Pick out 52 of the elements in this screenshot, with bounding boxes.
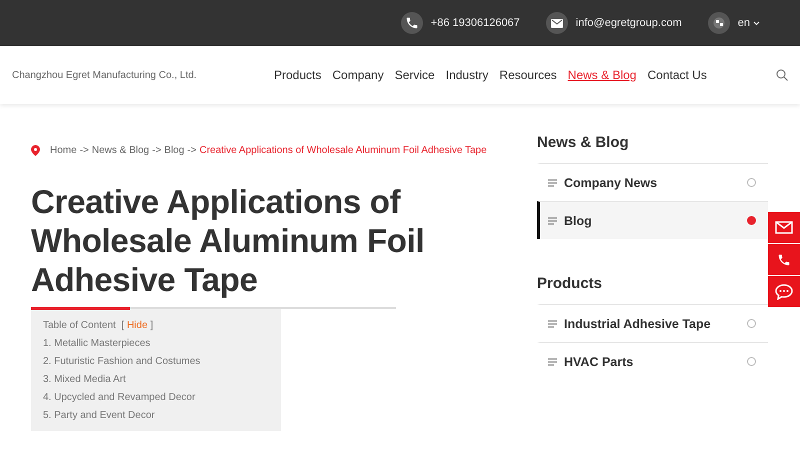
article-title: Creative Applications of Wholesale Aluminum Foil Adhesive Tape	[31, 182, 426, 299]
phone-number: +86 19306126067	[430, 17, 520, 29]
chevron-icon	[753, 20, 760, 26]
radio-dot	[747, 357, 756, 366]
sidebar-item[interactable]: Blog	[537, 201, 768, 239]
globe-icon	[712, 17, 725, 29]
toc-link[interactable]: 5. Party and Event Decor	[43, 410, 155, 421]
list-icon	[548, 320, 557, 328]
nav-link[interactable]: Company	[332, 68, 384, 82]
nav-link[interactable]: Resources	[499, 68, 557, 82]
radio-dot	[747, 216, 756, 225]
sidebar-heading: News & Blog	[537, 134, 630, 151]
company-name[interactable]: Changzhou Egret Manufacturing Co., Ltd.	[12, 70, 274, 80]
breadcrumb-link[interactable]: Home	[50, 145, 77, 156]
nav-link[interactable]: Contact Us	[647, 68, 707, 82]
toc-link[interactable]: 3. Mixed Media Art	[43, 374, 126, 385]
language-selector[interactable]: en	[738, 17, 760, 29]
list-icon	[548, 178, 557, 186]
breadcrumb-separator: ->	[152, 145, 162, 156]
sidebar-heading: Products	[537, 275, 604, 292]
email-button[interactable]	[768, 212, 800, 243]
list-icon	[548, 216, 557, 224]
location-pin-icon	[31, 145, 40, 156]
nav-link[interactable]: News & Blog	[568, 68, 636, 82]
toc-link[interactable]: 4. Upcycled and Revamped Decor	[43, 392, 196, 403]
toc-link[interactable]: 1. Metallic Masterpieces	[43, 338, 150, 349]
radio-dot	[747, 319, 756, 328]
phone-button[interactable]	[768, 244, 800, 275]
chat-icon	[775, 284, 793, 300]
nav-link[interactable]: Products	[274, 68, 322, 82]
chat-button[interactable]	[768, 276, 800, 307]
toc-link[interactable]: 2. Futuristic Fashion and Costumes	[43, 356, 200, 367]
list-icon	[548, 358, 557, 366]
phone-icon	[777, 252, 791, 266]
nav-link[interactable]: Service	[394, 68, 435, 82]
toc-title: Table of Content	[43, 320, 116, 331]
sidebar-item[interactable]: Industrial Adhesive Tape	[537, 304, 768, 342]
nav-link[interactable]: Industry	[446, 68, 488, 82]
envelope-icon	[775, 221, 793, 234]
bracket: [	[121, 320, 124, 331]
sidebar-item[interactable]: HVAC Parts	[537, 342, 768, 380]
radio-dot	[747, 178, 756, 187]
phone-icon	[404, 16, 419, 30]
breadcrumb-link[interactable]: Blog	[164, 145, 184, 156]
breadcrumb-current: Creative Applications of Wholesale Aluminum Foil Adhesive Tape	[199, 145, 487, 156]
envelope-icon	[550, 18, 563, 28]
bracket: ]	[150, 320, 154, 331]
search-icon[interactable]	[776, 69, 788, 81]
breadcrumb-link[interactable]: News & Blog	[92, 145, 150, 156]
breadcrumb-separator: ->	[80, 145, 89, 156]
email-address: info@egretgroup.com	[576, 17, 682, 29]
breadcrumb-separator: ->	[187, 145, 196, 156]
